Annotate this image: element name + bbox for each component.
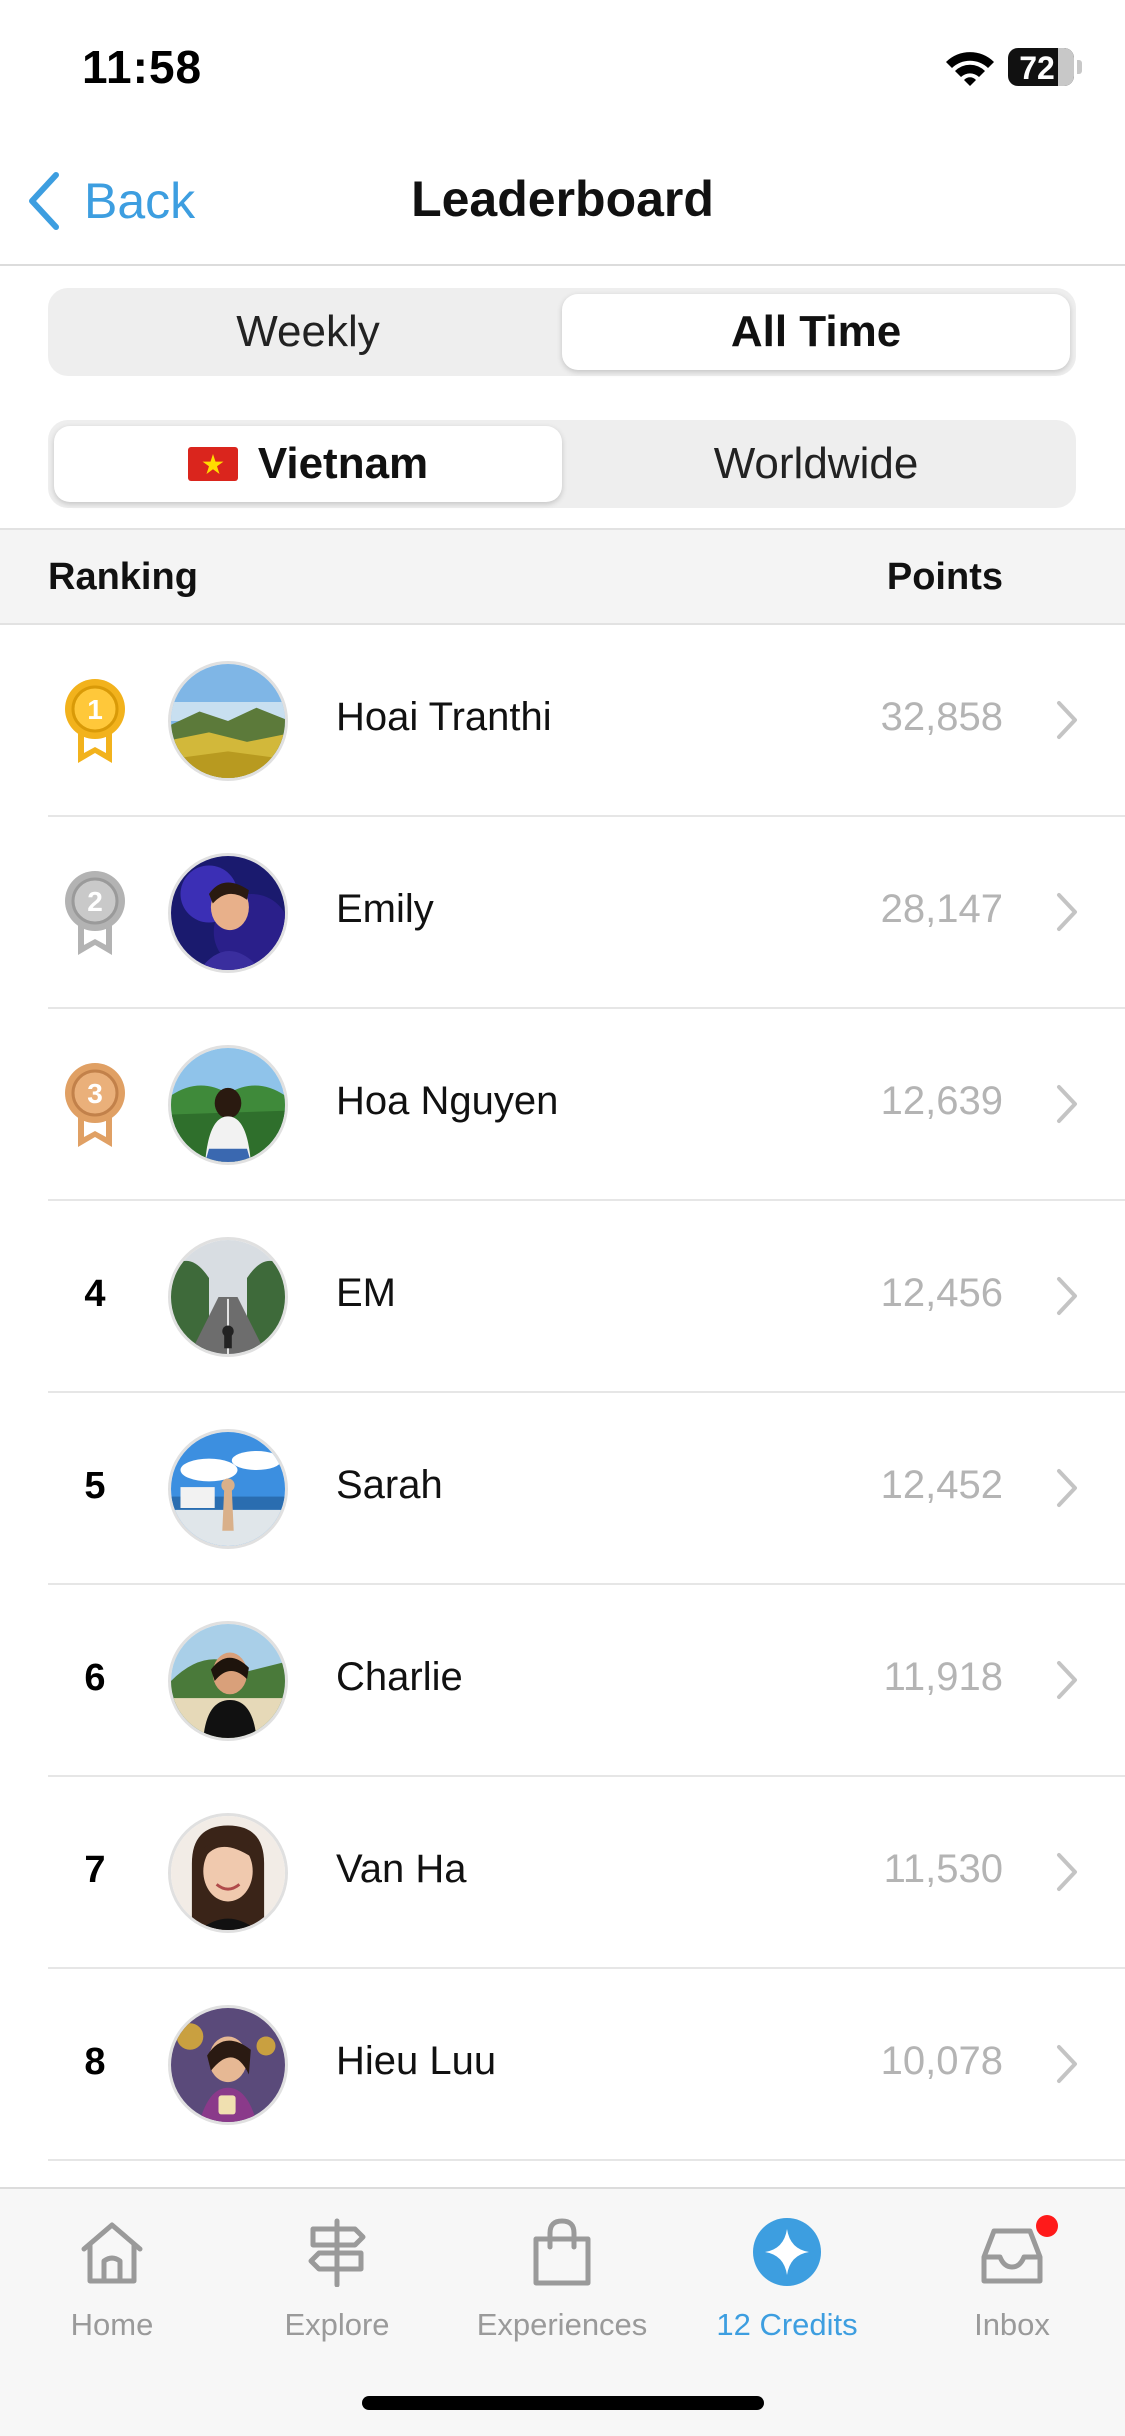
tab-explore-label: Explore: [284, 2307, 390, 2342]
points-header: Points: [886, 556, 1003, 598]
tab-inbox[interactable]: Inbox: [902, 2207, 1122, 2357]
user-points: 28,147: [880, 887, 1003, 931]
avatar: [168, 1237, 288, 1357]
battery-level: 72: [1019, 50, 1055, 86]
leaderboard-header: Ranking Points: [0, 528, 1125, 625]
leaderboard-row[interactable]: 8 Hieu Luu 10,078: [0, 1969, 1125, 2161]
chevron-right-icon: [1057, 1853, 1077, 1891]
period-segmented-control: Weekly All Time: [48, 288, 1076, 376]
user-name: Hieu Luu: [336, 2039, 497, 2083]
wifi-icon: [946, 52, 994, 86]
leaderboard-row[interactable]: 2 Emily 28,147: [0, 817, 1125, 1009]
vietnam-flag-icon: [187, 447, 238, 481]
svg-text:2: 2: [87, 886, 103, 917]
rank-number: 6: [84, 1657, 106, 1699]
ranking-header: Ranking: [48, 556, 198, 598]
rank-number: 7: [84, 1849, 106, 1891]
leaderboard-row[interactable]: 3 Hoa Nguyen 12,639: [0, 1009, 1125, 1201]
battery-nub: [1077, 60, 1082, 74]
user-points: 10,078: [880, 2039, 1003, 2083]
user-points: 11,530: [883, 1847, 1003, 1891]
tab-worldwide[interactable]: Worldwide: [562, 426, 1070, 502]
leaderboard-row[interactable]: 7 Van Ha 11,530: [0, 1777, 1125, 1969]
chevron-right-icon: [1057, 1277, 1077, 1315]
chevron-right-icon: [1057, 701, 1077, 739]
region-segmented-control: Vietnam Worldwide: [48, 420, 1076, 508]
avatar: [168, 853, 288, 973]
chevron-right-icon: [1057, 1661, 1077, 1699]
user-name: EM: [336, 1271, 396, 1315]
avatar: [168, 1621, 288, 1741]
tab-home-label: Home: [70, 2307, 154, 2342]
tab-vietnam-label: Vietnam: [257, 439, 429, 488]
tab-explore[interactable]: Explore: [227, 2207, 447, 2357]
tab-weekly[interactable]: Weekly: [54, 294, 562, 370]
tab-experiences-label: Experiences: [476, 2307, 648, 2342]
leaderboard-row[interactable]: 6 Charlie 11,918: [0, 1585, 1125, 1777]
signpost-icon: [308, 2218, 366, 2287]
tab-experiences[interactable]: Experiences: [452, 2207, 672, 2357]
credits-star-icon: [753, 2218, 821, 2286]
avatar: [168, 1045, 288, 1165]
user-points: 12,456: [880, 1271, 1003, 1315]
rank-number: 4: [84, 1273, 106, 1315]
svg-text:3: 3: [87, 1078, 103, 1109]
user-name: Hoai Tranthi: [336, 695, 552, 739]
user-points: 12,452: [880, 1463, 1003, 1507]
tab-credits[interactable]: 12 Credits: [677, 2207, 897, 2357]
tab-home[interactable]: Home: [2, 2207, 222, 2357]
home-icon: [81, 2222, 143, 2284]
tab-inbox-label: Inbox: [974, 2307, 1050, 2342]
user-points: 12,639: [880, 1079, 1003, 1123]
home-indicator: [362, 2396, 764, 2410]
status-time: 11:58: [82, 41, 203, 93]
chevron-right-icon: [1057, 1085, 1077, 1123]
user-points: 32,858: [880, 695, 1003, 739]
notification-badge: [1036, 2215, 1058, 2237]
leaderboard-list: 1 Hoai Tranthi 32,858 2 Emily 28,147 3 H…: [0, 625, 1125, 2161]
user-name: Hoa Nguyen: [336, 1079, 559, 1123]
tab-credits-label: 12 Credits: [716, 2307, 858, 2342]
chevron-right-icon: [1057, 2045, 1077, 2083]
battery-icon: 72: [1008, 48, 1074, 86]
silver-medal-icon: 2: [65, 871, 125, 955]
rank-number: 5: [84, 1465, 106, 1507]
bronze-medal-icon: 3: [65, 1063, 125, 1147]
user-name: Emily: [336, 887, 434, 931]
leaderboard-row[interactable]: 1 Hoai Tranthi 32,858: [0, 625, 1125, 817]
chevron-right-icon: [1057, 893, 1077, 931]
user-points: 11,918: [883, 1655, 1003, 1699]
nav-bar: Back Leaderboard: [0, 140, 1125, 266]
avatar: [168, 1813, 288, 1933]
avatar: [168, 661, 288, 781]
avatar: [168, 2005, 288, 2125]
avatar: [168, 1429, 288, 1549]
shopping-bag-icon: [533, 2218, 591, 2286]
rank-number: 8: [84, 2041, 106, 2083]
status-bar: 11:58 72: [0, 0, 1125, 140]
tab-vietnam[interactable]: Vietnam: [54, 426, 562, 502]
leaderboard-row[interactable]: 4 EM 12,456: [0, 1201, 1125, 1393]
leaderboard-row[interactable]: 5 Sarah 12,452: [0, 1393, 1125, 1585]
gold-medal-icon: 1: [65, 679, 125, 763]
page-title: Leaderboard: [411, 171, 714, 227]
chevron-right-icon: [1057, 1469, 1077, 1507]
user-name: Van Ha: [336, 1847, 467, 1891]
tab-all-time[interactable]: All Time: [562, 294, 1070, 370]
user-name: Sarah: [336, 1463, 443, 1507]
svg-text:1: 1: [87, 694, 103, 725]
user-name: Charlie: [336, 1655, 463, 1699]
